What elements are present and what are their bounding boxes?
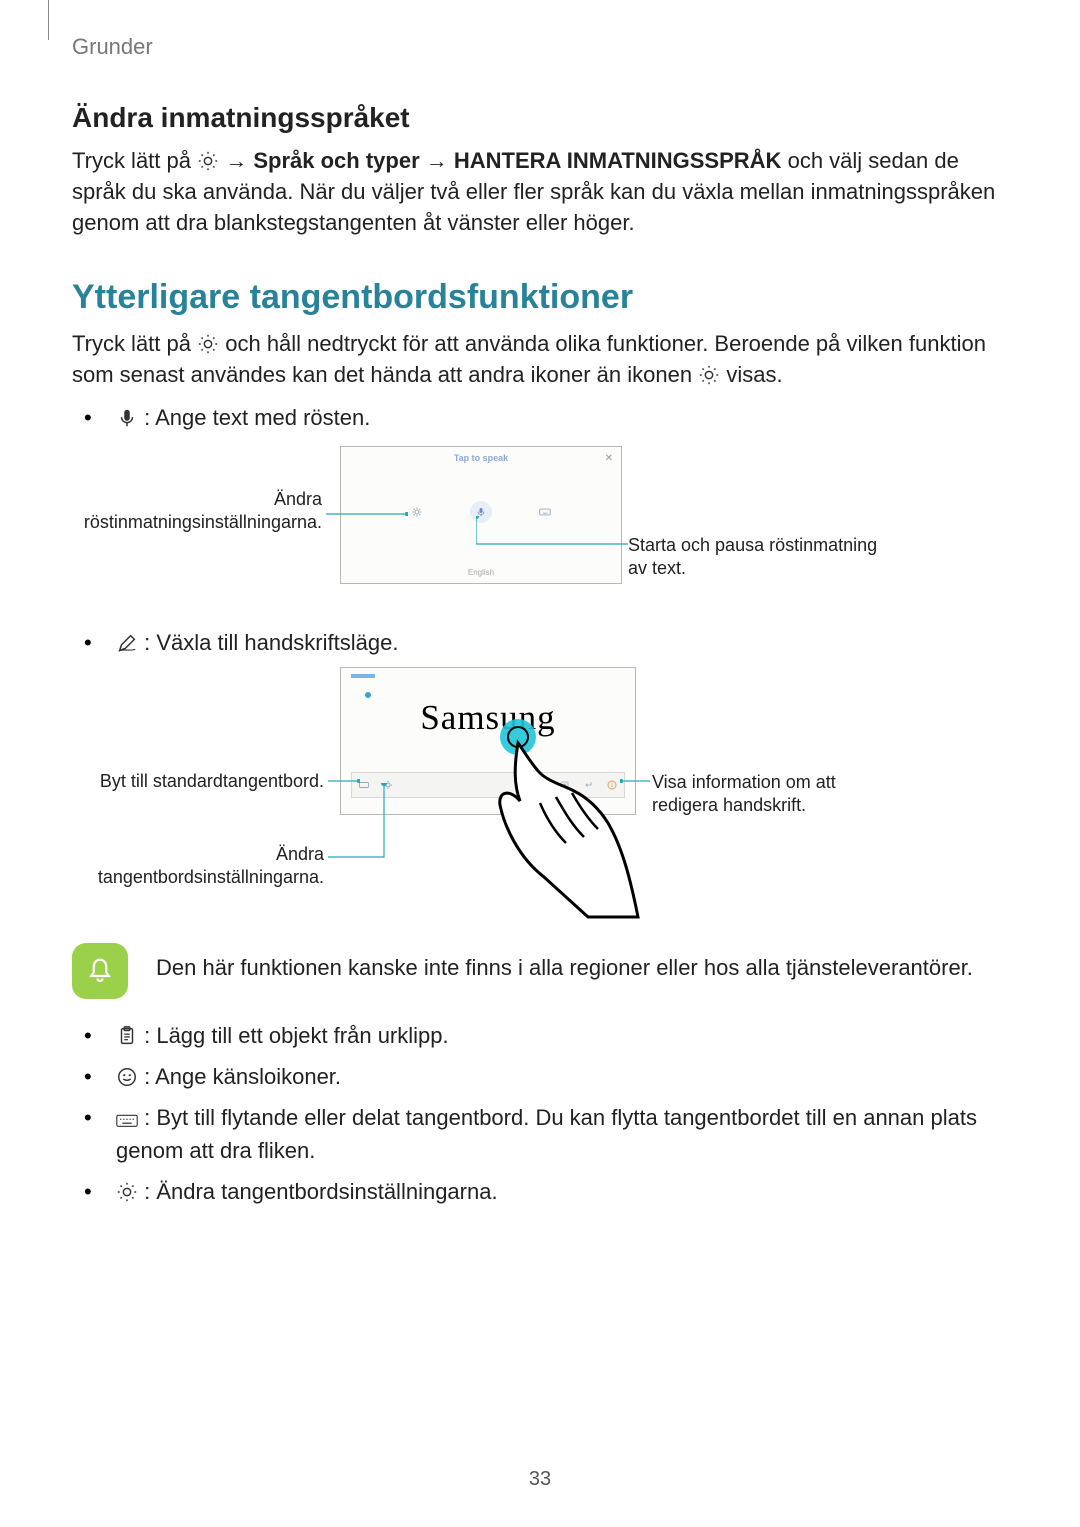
- note-availability: Den här funktionen kanske inte finns i a…: [72, 943, 1008, 999]
- microphone-icon: [116, 405, 138, 427]
- gear-icon: [410, 505, 424, 519]
- list-item-text: : Växla till handskriftsläge.: [138, 630, 398, 655]
- handwriting-toolbar: [351, 772, 625, 798]
- text: Tryck lätt på: [72, 331, 197, 356]
- tap-to-speak-label: Tap to speak: [454, 453, 508, 463]
- paragraph-more-keyboard-functions: Tryck lätt på och håll nedtryckt för att…: [72, 329, 1008, 391]
- callout-voice-settings: Ändra röstinmatningsinställningarna.: [72, 488, 322, 535]
- enter-icon: [582, 779, 594, 791]
- list-item-pen: : Växla till handskriftsläge.: [84, 626, 1008, 659]
- list-item-clipboard: : Lägg till ett objekt från urklipp.: [84, 1019, 1008, 1052]
- callout-switch-standard-keyboard: Byt till standardtangentbord.: [72, 771, 324, 792]
- bell-icon: [72, 943, 128, 999]
- backspace-icon: [558, 779, 570, 791]
- list-item-text: : Byt till flytande eller delat tangentb…: [116, 1105, 977, 1163]
- note-text: Den här funktionen kanske inte finns i a…: [156, 943, 973, 981]
- list-item-floating-keyboard: : Byt till flytande eller delat tangentb…: [84, 1101, 1008, 1167]
- panel-tab: [351, 674, 375, 678]
- text: visas.: [726, 362, 782, 387]
- page-top-rule: [48, 0, 57, 40]
- gear-icon: [116, 1179, 138, 1201]
- text: →: [225, 148, 253, 173]
- heading-change-input-language: Ändra inmatningsspråket: [72, 102, 1008, 134]
- callout-start-pause-voice: Starta och pausa röstinmatning av text.: [628, 534, 888, 581]
- list-item-emoji: : Ange känsloikoner.: [84, 1060, 1008, 1093]
- handwriting-sample: Samsung: [420, 698, 555, 738]
- diagram-voice-input: Tap to speak ✕ English Ändra röstinmatni…: [72, 446, 1012, 602]
- clipboard-icon: [116, 1023, 138, 1045]
- page-number: 33: [0, 1468, 1080, 1491]
- text-bold: HANTERA INMATNINGSSPRÅK: [454, 148, 782, 173]
- gear-icon: [197, 150, 219, 172]
- pen-icon: [116, 630, 138, 652]
- callout-handwriting-info: Visa information om att redigera handskr…: [652, 771, 882, 818]
- list-item-text: : Ändra tangentbordsinställningarna.: [138, 1179, 498, 1204]
- list-item-text: : Ange text med rösten.: [138, 405, 370, 430]
- paragraph-change-input-language: Tryck lätt på → Språk och typer → HANTER…: [72, 146, 1008, 238]
- list-item-mic: : Ange text med rösten.: [84, 401, 1008, 434]
- list-item-text: : Ange känsloikoner.: [138, 1064, 341, 1089]
- pen-tip-icon: [363, 690, 373, 700]
- heading-more-keyboard-functions: Ytterligare tangentbordsfunktioner: [72, 278, 1008, 317]
- keyboard-mode-icon: [116, 1105, 138, 1127]
- smile-icon: [116, 1064, 138, 1086]
- text-bold: Språk och typer: [253, 148, 419, 173]
- info-icon: [606, 779, 618, 791]
- gear-icon: [197, 333, 219, 355]
- language-label: English: [468, 568, 494, 577]
- callout-change-keyboard-settings: Ändra tangentbordsinställningarna.: [72, 843, 324, 890]
- diagram-handwriting: Samsung Byt till standardtangentbo: [72, 667, 1012, 927]
- text: Tryck lätt på: [72, 148, 197, 173]
- close-icon: ✕: [605, 453, 613, 464]
- breadcrumb: Grunder: [72, 34, 1008, 60]
- text: →: [426, 148, 454, 173]
- gear-icon: [698, 364, 720, 386]
- list-item-keyboard-settings: : Ändra tangentbordsinställningarna.: [84, 1175, 1008, 1208]
- list-item-text: : Lägg till ett objekt från urklipp.: [138, 1023, 449, 1048]
